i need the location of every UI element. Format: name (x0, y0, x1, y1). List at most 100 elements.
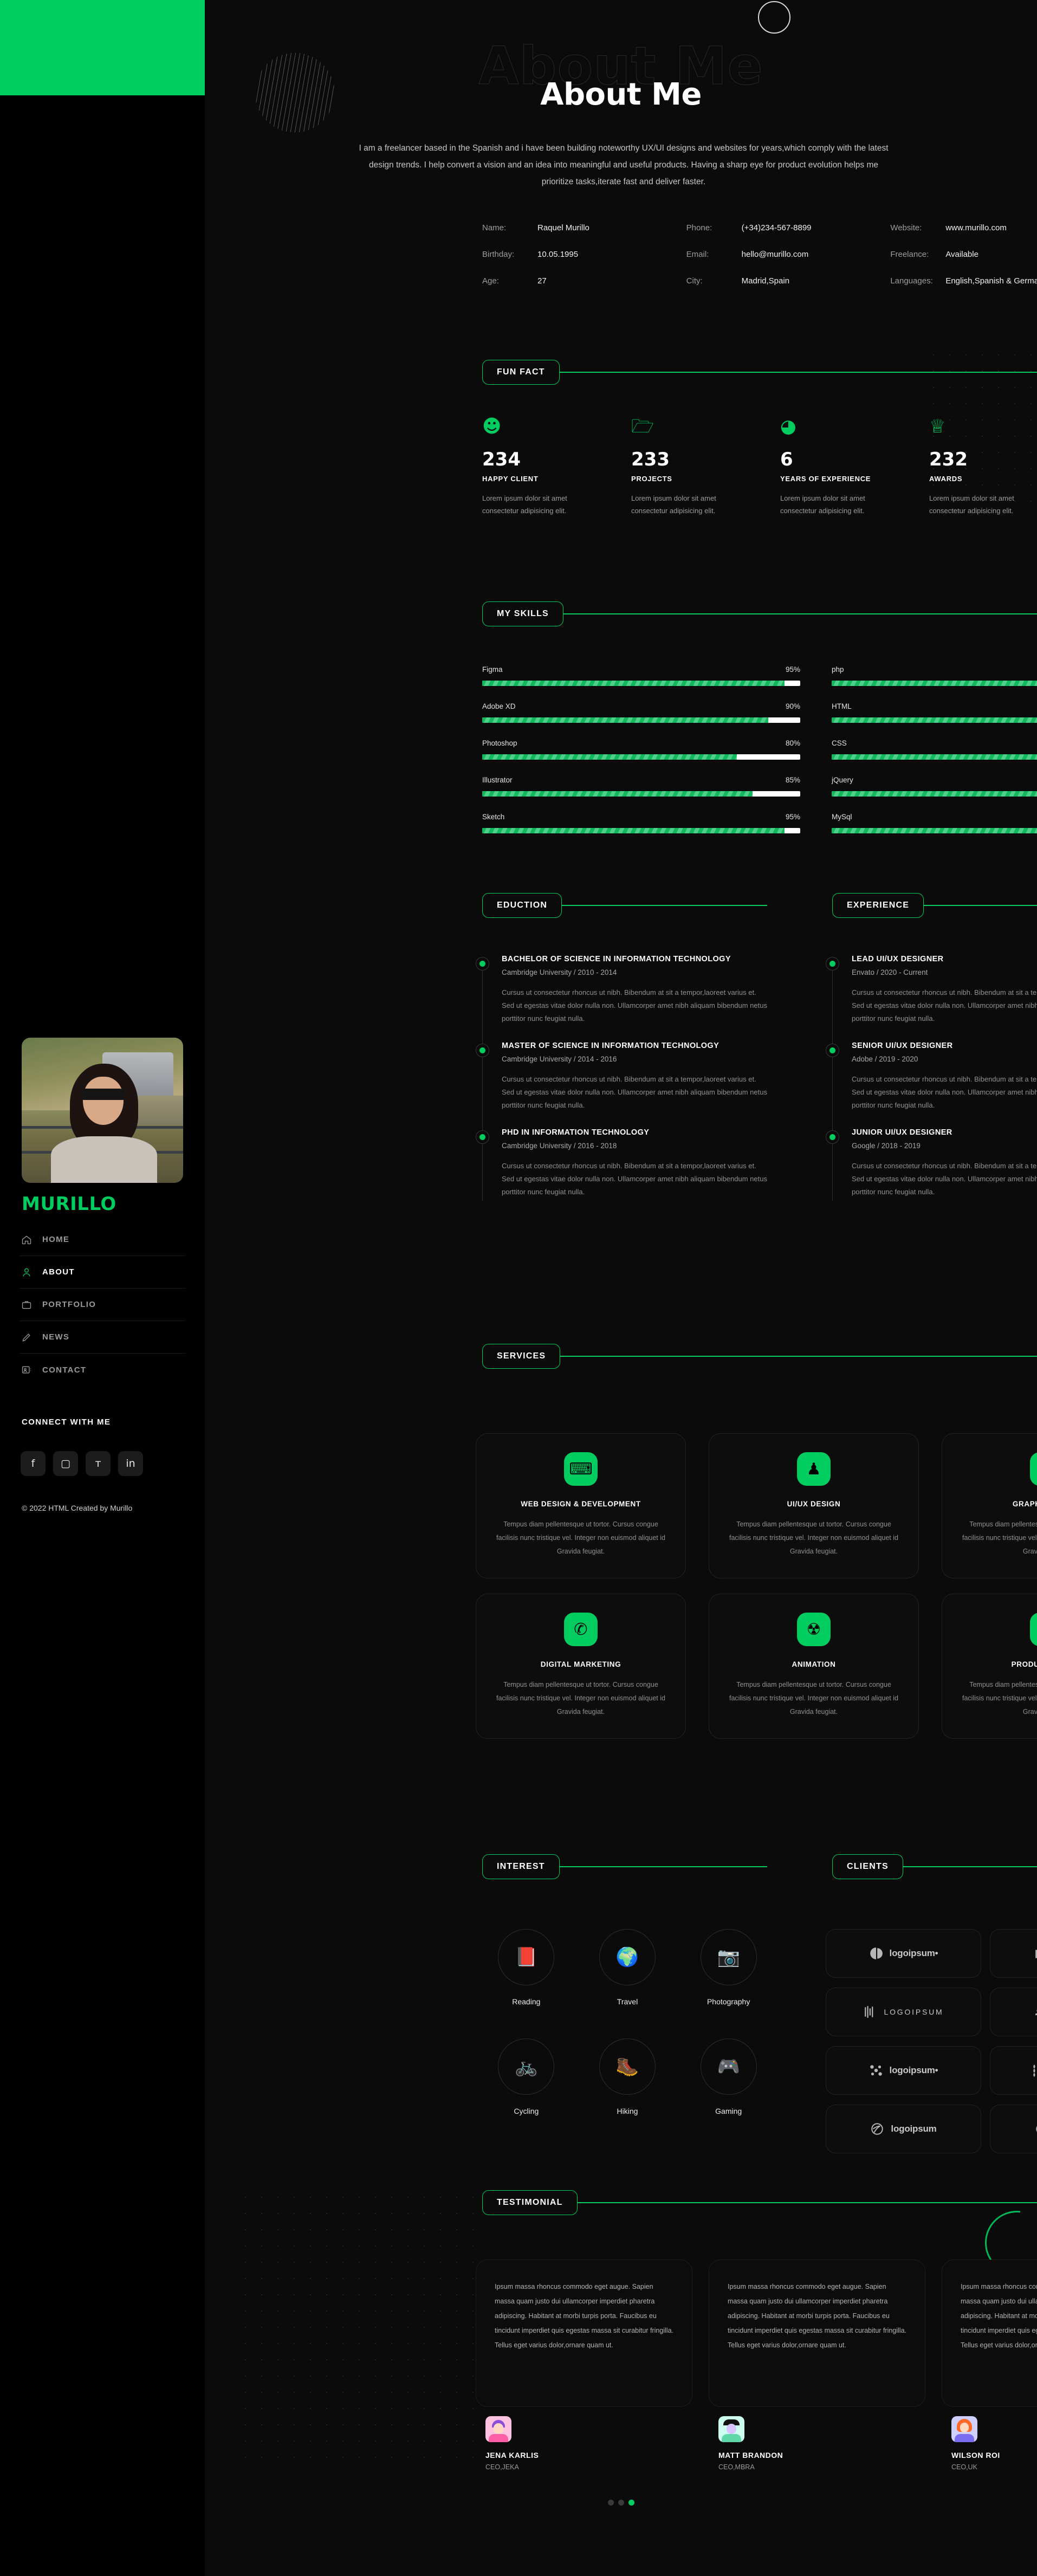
interest-item[interactable]: 🥾 Hiking (577, 2038, 678, 2115)
sidebar-item-home[interactable]: HOME (20, 1224, 185, 1256)
sidebar-item-about[interactable]: ABOUT (20, 1256, 185, 1289)
section-header-eduction: EDUCTION (482, 893, 767, 918)
service-title: GRAPHIC DESIGN (1012, 1500, 1037, 1508)
interest-item[interactable]: 📕 Reading (476, 1929, 577, 2006)
service-description: Tempus diam pellentesque ut tortor. Curs… (962, 1520, 1037, 1555)
interest-item[interactable]: 📷 Photography (678, 1929, 779, 2006)
linkedin-icon[interactable]: in (118, 1451, 143, 1476)
info-value: English,Spanish & German (945, 276, 1037, 286)
bars-icon (864, 2006, 873, 2018)
stat-number: 234 (482, 449, 521, 470)
pagination-dot[interactable] (607, 2500, 614, 2506)
service-card[interactable]: ⌨ WEB DESIGN & DEVELOPMENT Tempus diam p… (476, 1433, 686, 1578)
stat-label: AWARDS (929, 475, 963, 483)
user-design-icon: ♟ (797, 1452, 831, 1486)
facebook-icon[interactable]: f (21, 1451, 46, 1476)
briefcase-icon (20, 1299, 34, 1310)
client-logo[interactable]: logoipsum• (826, 2046, 981, 2095)
bicycle-icon: 🚲 (498, 2038, 555, 2095)
client-logo[interactable]: logoipsum (826, 2105, 981, 2153)
skill-fill (832, 754, 1037, 760)
service-description: Tempus diam pellentesque ut tortor. Curs… (496, 1681, 665, 1716)
service-card[interactable]: ♟ UI/UX DESIGN Tempus diam pellentesque … (709, 1433, 919, 1578)
sidebar-item-label: HOME (42, 1235, 70, 1244)
service-description: Tempus diam pellentesque ut tortor. Curs… (729, 1681, 898, 1716)
info-key: Phone: (686, 223, 712, 232)
info-row: Freelance: Available (890, 250, 1037, 259)
twitter-icon[interactable]: ᴛ (86, 1451, 111, 1476)
skill-name: php (832, 665, 844, 674)
brand-logo[interactable]: MURILLO (22, 1193, 116, 1215)
skill-name: MySql (832, 813, 852, 821)
info-key: Name: (482, 223, 507, 232)
education-timeline: BACHELOR OF SCIENCE IN INFORMATION TECHN… (476, 955, 779, 1215)
sidebar-item-portfolio[interactable]: PORTFOLIO (20, 1289, 185, 1321)
service-card[interactable]: ♣ GRAPHIC DESIGN Tempus diam pellentesqu… (942, 1433, 1037, 1578)
avatar (22, 1038, 183, 1183)
skill-row: Sketch 95% (482, 813, 800, 833)
client-logo[interactable]: logoipsum (990, 1929, 1037, 1978)
share-nodes-icon: ♣ (1030, 1452, 1037, 1486)
section-title: TESTIMONIAL (482, 2190, 578, 2215)
client-logo[interactable]: logoipsum (990, 2105, 1037, 2153)
interest-item[interactable]: 🚲 Cycling (476, 2038, 577, 2115)
social-links: f ▢ ᴛ in (21, 1451, 143, 1476)
stat-label: PROJECTS (631, 475, 672, 483)
pagination-dot[interactable] (618, 2500, 624, 2506)
stat-description: Lorem ipsum dolor sit amet consectetur a… (780, 494, 865, 515)
section-title: MY SKILLS (482, 601, 563, 626)
client-logo[interactable]: logoipsum• (826, 1929, 981, 1978)
scroll-indicator-circle[interactable] (758, 1, 790, 34)
divider-line (562, 613, 1037, 614)
divider-line (902, 1866, 1037, 1867)
stat-number: 233 (631, 449, 670, 470)
timeline-subtitle: Cambridge University / 2010 - 2014 (502, 968, 617, 976)
service-card[interactable]: ☢ ANIMATION Tempus diam pellentesque ut … (709, 1594, 919, 1739)
fun-fact-stats: ☻ 234 HAPPY CLIENT Lorem ipsum dolor sit… (482, 417, 1037, 517)
interest-label: Cycling (514, 2107, 539, 2115)
info-value: (+34)234-567-8899 (741, 223, 812, 232)
pagination-dot[interactable] (628, 2500, 634, 2506)
copyright-text: © 2022 HTML Created by Murillo (22, 1504, 133, 1512)
section-header-my-skills: MY SKILLS (482, 601, 1037, 626)
info-key: Age: (482, 276, 499, 286)
client-logo[interactable]: logoipsum (990, 1988, 1037, 2036)
client-name: logoipsum• (889, 1948, 938, 1958)
divider-line (576, 2202, 1037, 2203)
interest-item[interactable]: 🎮 Gaming (678, 2038, 779, 2115)
sidebar-item-news[interactable]: NEWS (20, 1321, 185, 1354)
testimonial-name: WILSON ROI (951, 2451, 1000, 2460)
sidebar-item-contact[interactable]: CONTACT (20, 1354, 185, 1386)
megaphone-icon: ✆ (564, 1613, 598, 1646)
client-logo[interactable]: LOGOIPSUM (826, 1988, 981, 2036)
testimonial-author: JENA KARLIS CEO,JEKA (485, 2416, 539, 2471)
wheat-icon (1033, 2064, 1035, 2077)
seedling-icon: ❀ (1030, 1613, 1037, 1646)
laptop-code-icon: ⌨ (564, 1452, 598, 1486)
service-title: UI/UX DESIGN (787, 1500, 841, 1508)
skill-fill (482, 754, 737, 760)
skill-bar (832, 828, 1037, 833)
service-card[interactable]: ❀ PRODUCT DESIGN Tempus diam pellentesqu… (942, 1594, 1037, 1739)
skill-value: 80% (785, 739, 800, 747)
instagram-icon[interactable]: ▢ (53, 1451, 78, 1476)
service-card[interactable]: ✆ DIGITAL MARKETING Tempus diam pellente… (476, 1594, 686, 1739)
section-title: CLIENTS (832, 1854, 903, 1879)
sidebar-item-label: NEWS (42, 1332, 70, 1342)
skill-name: jQuery (832, 776, 853, 784)
section-title: SERVICES (482, 1344, 561, 1369)
skill-bar (832, 754, 1037, 760)
client-logo[interactable]: LOGOIPSUM (990, 2046, 1037, 2095)
section-title: INTEREST (482, 1854, 560, 1879)
pencil-icon (20, 1332, 34, 1343)
timeline-title: BACHELOR OF SCIENCE IN INFORMATION TECHN… (502, 955, 731, 963)
interest-item[interactable]: 🌍 Travel (577, 1929, 678, 2006)
section-header-testimonial: TESTIMONIAL (482, 2190, 1037, 2215)
timeline-title: SENIOR UI/UX DESIGNER (852, 1041, 953, 1051)
info-row: Name: Raquel Murillo (482, 223, 686, 232)
skill-row: Illustrator 85% (482, 776, 800, 797)
info-value: Available (945, 250, 978, 259)
interests-grid: 📕 Reading 🌍 Travel 📷 Photography 🚲 Cycling 🥾… (476, 1929, 779, 2115)
profile-photo (22, 1038, 183, 1183)
timeline-dot-icon (826, 957, 839, 970)
